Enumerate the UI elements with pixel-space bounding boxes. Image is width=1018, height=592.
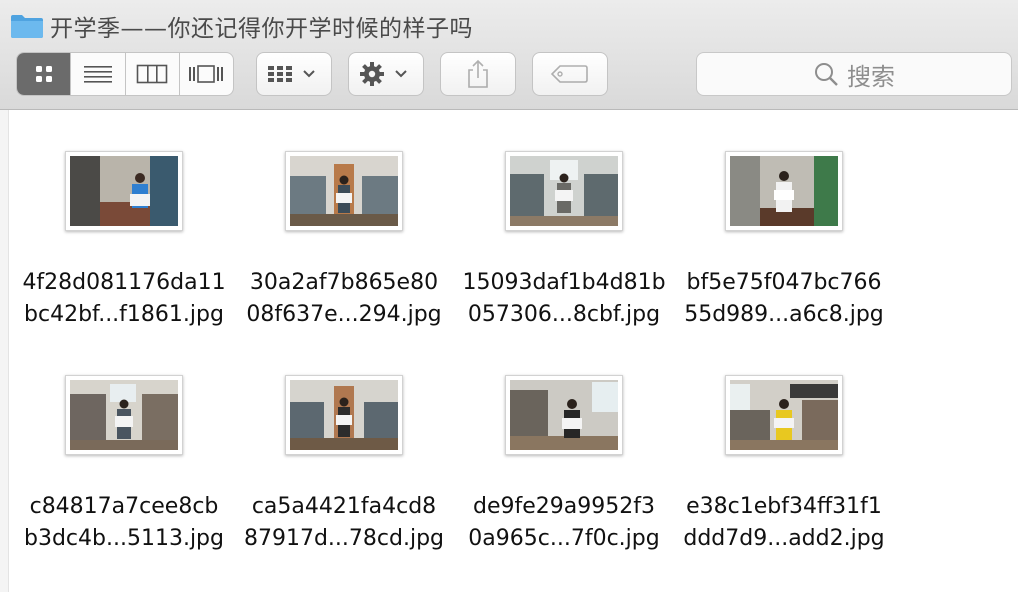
share-icon: [468, 59, 488, 88]
file-item[interactable]: e38c1ebf34ff31f1 ddd7d9...add2.jpg: [674, 334, 894, 558]
view-mode-segmented-control: [16, 52, 234, 96]
tag-button[interactable]: [532, 52, 608, 96]
file-item[interactable]: 4f28d081176da11 bc42bf...f1861.jpg: [14, 110, 234, 334]
sidebar-edge: [0, 110, 9, 592]
arrange-grid-icon: [268, 66, 315, 82]
file-item[interactable]: c84817a7cee8cb b3dc4b...5113.jpg: [14, 334, 234, 558]
file-name: c84817a7cee8cb b3dc4b...5113.jpg: [24, 494, 224, 551]
icon-view-button[interactable]: [17, 53, 72, 95]
search-placeholder: 搜索: [847, 62, 895, 91]
finder-toolbar: 开学季——你还记得你开学时候的样子吗 搜索: [0, 0, 1018, 110]
image-thumbnail: [285, 375, 403, 455]
columns-icon: [136, 64, 168, 84]
image-thumbnail: [725, 375, 843, 455]
image-thumbnail: [285, 151, 403, 231]
file-item[interactable]: bf5e75f047bc766 55d989...a6c8.jpg: [674, 110, 894, 334]
image-thumbnail: [65, 375, 183, 455]
file-item[interactable]: de9fe29a9952f3 0a965c...7f0c.jpg: [454, 334, 674, 558]
file-name: e38c1ebf34ff31f1 ddd7d9...add2.jpg: [683, 494, 885, 551]
window-title-bar: 开学季——你还记得你开学时候的样子吗: [10, 10, 473, 42]
image-thumbnail: [65, 151, 183, 231]
file-item[interactable]: ca5a4421fa4cd8 87917d...78cd.jpg: [234, 334, 454, 558]
share-button[interactable]: [440, 52, 516, 96]
arrange-button[interactable]: [256, 52, 332, 96]
image-thumbnail: [505, 375, 623, 455]
folder-icon: [11, 15, 43, 38]
file-item[interactable]: 15093daf1b4d81b 057306...8cbf.jpg: [454, 110, 674, 334]
list-icon: [83, 66, 112, 83]
file-name: 15093daf1b4d81b 057306...8cbf.jpg: [462, 270, 666, 327]
file-item[interactable]: 30a2af7b865e80 08f637e...294.jpg: [234, 110, 454, 334]
coverflow-icon: [189, 65, 224, 83]
file-name: ca5a4421fa4cd8 87917d...78cd.jpg: [243, 494, 445, 551]
image-thumbnail: [725, 151, 843, 231]
file-name: 30a2af7b865e80 08f637e...294.jpg: [246, 270, 442, 327]
file-name: 4f28d081176da11 bc42bf...f1861.jpg: [22, 270, 226, 327]
file-name: bf5e75f047bc766 55d989...a6c8.jpg: [684, 270, 884, 327]
image-thumbnail: [505, 151, 623, 231]
cover-flow-view-button[interactable]: [180, 53, 233, 95]
window-title: 开学季——你还记得你开学时候的样子吗: [50, 16, 473, 42]
tag-icon: [550, 65, 588, 83]
search-icon: [815, 63, 838, 86]
action-button[interactable]: [348, 52, 424, 96]
file-name: de9fe29a9952f3 0a965c...7f0c.jpg: [468, 494, 660, 551]
gear-icon: [360, 62, 407, 86]
list-view-button[interactable]: [71, 53, 126, 95]
search-field[interactable]: 搜索: [696, 52, 1012, 96]
grid-icon: [35, 66, 52, 82]
column-view-button[interactable]: [126, 53, 180, 95]
